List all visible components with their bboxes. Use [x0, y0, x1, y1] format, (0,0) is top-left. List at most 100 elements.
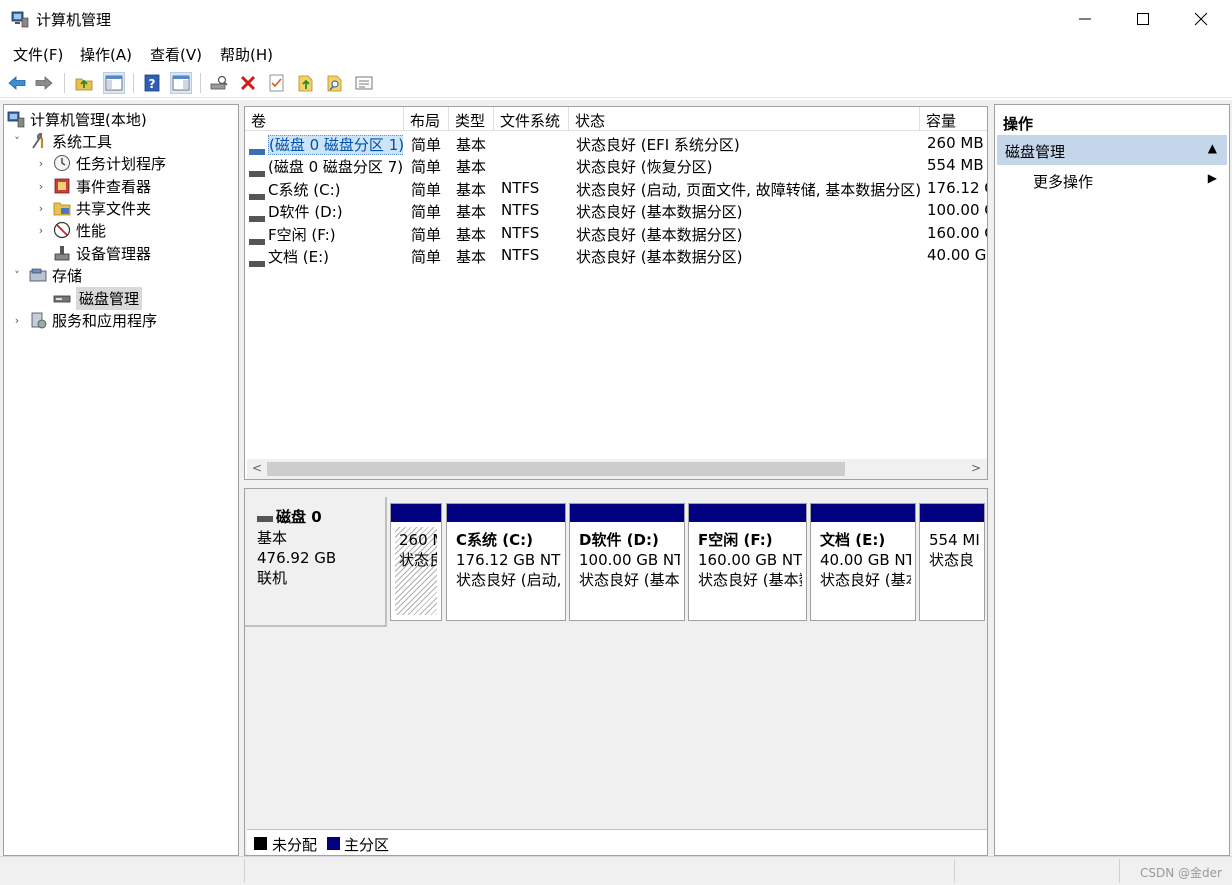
show-hide-tree-icon[interactable]	[103, 72, 125, 94]
filesystem-cell: NTFS	[501, 201, 540, 219]
disk-icon	[257, 508, 273, 528]
table-row[interactable]: F空闲 (F:) 简单 基本 NTFS 状态良好 (基本数据分区) 160.00…	[245, 223, 987, 245]
disk-size: 476.92 GB	[257, 548, 337, 567]
collapse-chevron-icon[interactable]: ˅	[10, 269, 24, 282]
disk-name-row: 磁盘 0	[257, 507, 385, 528]
tree-item-label: 服务和应用程序	[52, 311, 158, 330]
tree-item-system-tools[interactable]: ˅ 系统工具	[10, 130, 112, 152]
disk-graphical-view: 磁盘 0 基本 476.92 GB 联机 260 M 状态良 C系统 (C:) …	[244, 488, 988, 856]
column-header-filesystem[interactable]: 文件系统	[494, 107, 569, 131]
partition-color-bar	[811, 504, 915, 522]
tree-item-label: 系统工具	[52, 132, 113, 151]
tree-item-root[interactable]: 计算机管理(本地)	[6, 108, 147, 130]
column-header-volume[interactable]: 卷	[245, 107, 404, 131]
column-header-type[interactable]: 类型	[449, 107, 494, 131]
close-button[interactable]	[1172, 0, 1230, 38]
partition-legend: 未分配 主分区	[247, 829, 987, 855]
toolbar-separator	[133, 73, 134, 93]
disk-info-panel[interactable]: 磁盘 0 基本 476.92 GB 联机	[245, 497, 387, 627]
status-segment	[245, 859, 955, 883]
back-icon[interactable]	[6, 72, 28, 94]
type-cell: 基本	[456, 248, 487, 266]
column-header-layout[interactable]: 布局	[404, 107, 449, 131]
actions-section-disk-management[interactable]: 磁盘管理 ▲	[997, 135, 1227, 165]
partition-e[interactable]: 文档 (E:) 40.00 GB NT 状态良好 (基本	[810, 503, 916, 621]
tree-item-label: 任务计划程序	[76, 154, 167, 173]
table-row[interactable]: (磁盘 0 磁盘分区 1) 简单 基本 状态良好 (EFI 系统分区) 260 …	[245, 133, 987, 155]
tree-item-shared-folders[interactable]: › 共享文件夹	[34, 197, 151, 219]
scroll-right-arrow-icon[interactable]: >	[971, 461, 981, 475]
table-row[interactable]: C系统 (C:) 简单 基本 NTFS 状态良好 (启动, 页面文件, 故障转储…	[245, 178, 987, 200]
search-folder-icon[interactable]	[324, 72, 346, 94]
type-cell: 基本	[456, 136, 487, 154]
partition-status: 状态良好 (基本	[820, 571, 912, 589]
event-viewer-icon	[52, 176, 72, 196]
submenu-arrow-icon[interactable]: ▶	[1208, 171, 1217, 185]
table-row[interactable]: (磁盘 0 磁盘分区 7) 简单 基本 状态良好 (恢复分区) 554 MB	[245, 155, 987, 177]
maximize-button[interactable]	[1114, 0, 1172, 38]
tree-item-label: 计算机管理(本地)	[30, 110, 147, 129]
partition-f[interactable]: F空闲 (F:) 160.00 GB NTF 状态良好 (基本数	[688, 503, 807, 621]
volume-drive-icon	[249, 187, 265, 200]
expand-chevron-icon[interactable]: ›	[34, 157, 48, 170]
partition-recovery[interactable]: 554 MI 状态良	[919, 503, 985, 621]
disk-icon	[52, 288, 72, 308]
partition-status: 状态良	[929, 551, 975, 569]
menu-action[interactable]: 操作(A)	[80, 44, 132, 65]
scrollbar-thumb[interactable]	[267, 462, 845, 476]
checklist-icon[interactable]	[266, 72, 288, 94]
volume-drive-icon	[249, 232, 265, 245]
horizontal-scrollbar[interactable]: < >	[247, 459, 987, 479]
column-header-capacity[interactable]: 容量	[920, 107, 987, 131]
toolbar: ?	[0, 68, 1232, 98]
minimize-button[interactable]	[1056, 0, 1114, 38]
expand-chevron-icon[interactable]: ›	[34, 180, 48, 193]
partition-color-bar	[391, 504, 441, 522]
connect-drive-icon[interactable]	[208, 72, 230, 94]
partition-c[interactable]: C系统 (C:) 176.12 GB NTF 状态良好 (启动,	[446, 503, 566, 621]
console-icon[interactable]	[353, 72, 375, 94]
tree-item-performance[interactable]: › 性能	[34, 219, 106, 241]
volume-cell: (磁盘 0 磁盘分区 1)	[249, 134, 403, 155]
capacity-cell: 260 MB	[927, 134, 984, 152]
filesystem-cell: NTFS	[501, 179, 540, 197]
menu-file[interactable]: 文件(F)	[13, 44, 63, 65]
title-bar: 计算机管理	[0, 0, 1232, 38]
partition-size: 554 MI	[929, 531, 980, 549]
tree-item-storage[interactable]: ˅ 存储	[10, 264, 82, 286]
collapse-chevron-icon[interactable]: ˅	[10, 135, 24, 148]
tree-item-device-manager[interactable]: 设备管理器	[34, 242, 151, 264]
menu-help[interactable]: 帮助(H)	[220, 44, 273, 65]
services-icon	[28, 310, 48, 330]
table-row[interactable]: 文档 (E:) 简单 基本 NTFS 状态良好 (基本数据分区) 40.00 G…	[245, 245, 987, 267]
properties-pane-icon[interactable]	[170, 72, 192, 94]
volume-cell: F空闲 (F:)	[249, 224, 403, 245]
expand-chevron-icon[interactable]: ›	[10, 314, 24, 327]
volume-cell: C系统 (C:)	[249, 179, 403, 200]
table-row[interactable]: D软件 (D:) 简单 基本 NTFS 状态良好 (基本数据分区) 100.00…	[245, 200, 987, 222]
expand-chevron-icon[interactable]: ›	[34, 202, 48, 215]
tree-item-services-apps[interactable]: › 服务和应用程序	[10, 309, 157, 331]
scroll-left-arrow-icon[interactable]: <	[252, 461, 262, 475]
partition-name: D软件 (D:)	[579, 531, 659, 549]
forward-icon[interactable]	[33, 72, 55, 94]
folder-up-icon[interactable]	[295, 72, 317, 94]
disk-state: 联机	[257, 568, 288, 587]
partition-efi[interactable]: 260 M 状态良	[390, 503, 442, 621]
type-cell: 基本	[456, 226, 487, 244]
up-folder-icon[interactable]	[73, 72, 95, 94]
volume-drive-icon	[249, 142, 265, 155]
collapse-up-icon[interactable]: ▲	[1208, 141, 1217, 155]
menu-view[interactable]: 查看(V)	[150, 44, 202, 65]
help-icon[interactable]: ?	[141, 72, 163, 94]
tree-item-task-scheduler[interactable]: › 任务计划程序	[34, 152, 166, 174]
tree-item-disk-management[interactable]: 磁盘管理	[34, 286, 143, 310]
more-actions-item[interactable]: 更多操作	[1033, 171, 1093, 192]
tree-item-event-viewer[interactable]: › 事件查看器	[34, 175, 151, 197]
expand-chevron-icon[interactable]: ›	[34, 224, 48, 237]
window-title: 计算机管理	[36, 11, 112, 29]
column-header-status[interactable]: 状态	[569, 107, 920, 131]
layout-cell: 简单	[411, 203, 442, 221]
partition-d[interactable]: D软件 (D:) 100.00 GB NT 状态良好 (基本	[569, 503, 685, 621]
delete-icon[interactable]	[237, 72, 259, 94]
